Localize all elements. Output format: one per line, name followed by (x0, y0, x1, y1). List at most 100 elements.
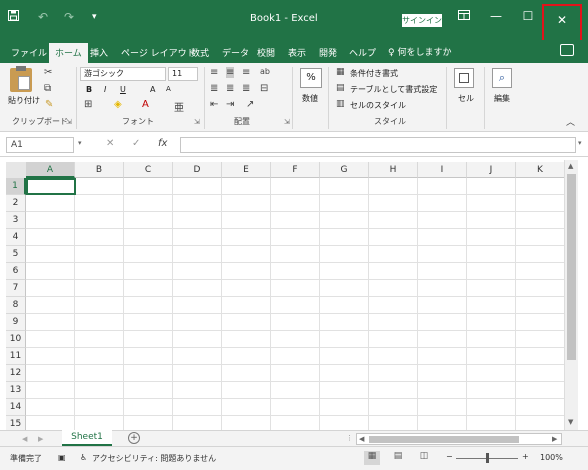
align-bottom-icon[interactable]: ≡ (242, 67, 250, 78)
row-header[interactable]: 12 (6, 365, 26, 382)
fill-color-icon[interactable]: ◈ (114, 99, 122, 110)
font-launcher-icon[interactable]: ⇲ (194, 118, 200, 126)
font-color-icon[interactable]: A (142, 99, 149, 110)
borders-icon[interactable]: ⊞ (84, 99, 92, 110)
column-header[interactable]: B (75, 162, 124, 178)
row-header[interactable]: 2 (6, 195, 26, 212)
tab-insert[interactable]: 挿入 (90, 46, 108, 59)
row-header[interactable]: 10 (6, 331, 26, 348)
editing-button[interactable]: 編集 (494, 93, 510, 104)
minimize-button[interactable]: — (486, 9, 506, 23)
scroll-up-icon[interactable]: ▲ (568, 162, 573, 170)
collapse-ribbon-icon[interactable]: ︿ (566, 115, 575, 128)
signin-button[interactable]: サインイン (402, 14, 442, 27)
scroll-right-icon[interactable]: ▶ (552, 435, 557, 443)
zoom-slider-thumb[interactable] (486, 453, 489, 463)
row-header[interactable]: 13 (6, 382, 26, 399)
decrease-indent-icon[interactable]: ⇤ (210, 99, 218, 110)
row-header[interactable]: 14 (6, 399, 26, 416)
align-center-icon[interactable]: ≣ (226, 83, 234, 94)
align-left-icon[interactable]: ≣ (210, 83, 218, 94)
accessibility-status[interactable]: アクセシビリティ: 問題ありません (92, 453, 216, 464)
horizontal-scroll-thumb[interactable] (369, 436, 519, 443)
horizontal-scrollbar[interactable]: ◀ ▶ (356, 433, 562, 445)
normal-view-icon[interactable]: ▦ (364, 451, 380, 465)
zoom-level[interactable]: 100% (540, 453, 563, 462)
column-header[interactable]: D (173, 162, 222, 178)
macro-record-icon[interactable]: ▣ (58, 453, 66, 462)
cell-styles-button[interactable]: セルのスタイル (350, 100, 406, 111)
row-header[interactable]: 9 (6, 314, 26, 331)
row-header[interactable]: 8 (6, 297, 26, 314)
insert-function-button[interactable]: fx (158, 138, 167, 149)
row-header[interactable]: 6 (6, 263, 26, 280)
grow-font-button[interactable]: A (150, 85, 155, 94)
bold-button[interactable]: B (86, 85, 92, 94)
tab-review[interactable]: 校閲 (257, 46, 275, 59)
copy-icon[interactable]: ⧉ (44, 83, 51, 94)
align-middle-icon[interactable]: ≡ (226, 67, 235, 78)
column-header[interactable]: H (369, 162, 418, 178)
tab-help[interactable]: ヘルプ (349, 46, 376, 59)
column-header[interactable]: C (124, 162, 173, 178)
orientation-icon[interactable]: ↗ (246, 99, 254, 110)
page-break-view-icon[interactable]: ◫ (416, 451, 432, 465)
font-name-select[interactable]: 游ゴシック (80, 67, 166, 81)
tab-page-layout[interactable]: ページ レイアウト (121, 46, 196, 59)
accessibility-icon[interactable]: ♿ (80, 453, 87, 462)
align-right-icon[interactable]: ≣ (242, 83, 250, 94)
alignment-launcher-icon[interactable]: ⇲ (284, 118, 290, 126)
cancel-entry-button[interactable]: ✕ (106, 138, 114, 149)
format-as-table-button[interactable]: テーブルとして書式設定 (350, 84, 437, 95)
page-layout-view-icon[interactable]: ▤ (390, 451, 406, 465)
column-header[interactable]: K (516, 162, 564, 178)
row-header[interactable]: 1 (6, 178, 26, 195)
worksheet-grid[interactable]: ABCDEFGHIJK 1 2 3 4 5 6 7 8 9 10 11 12 13 14 15 (0, 160, 564, 430)
conditional-format-button[interactable]: 条件付き書式 (350, 68, 398, 79)
save-icon[interactable] (8, 10, 19, 24)
zoom-out-button[interactable]: − (446, 452, 453, 461)
cut-icon[interactable]: ✂ (44, 67, 52, 78)
restore-button[interactable]: ☐ (518, 9, 538, 23)
underline-button[interactable]: U (120, 85, 126, 94)
comment-icon[interactable] (560, 44, 574, 56)
row-header[interactable]: 15 (6, 416, 26, 430)
zoom-in-button[interactable]: + (522, 452, 529, 461)
tab-formulas[interactable]: 数式 (191, 46, 209, 59)
prev-sheet-icon[interactable]: ◀ (22, 435, 27, 443)
italic-button[interactable]: I (104, 85, 106, 94)
column-header[interactable]: I (418, 162, 467, 178)
sheet-tab[interactable]: Sheet1 (62, 430, 112, 446)
formula-input[interactable] (180, 137, 576, 153)
cells-icon[interactable] (454, 68, 474, 88)
column-header[interactable]: E (222, 162, 271, 178)
number-format-icon[interactable]: % (300, 68, 322, 88)
redo-icon[interactable]: ↷ (64, 10, 74, 24)
search-icon[interactable]: ⌕ (492, 68, 512, 88)
tab-developer[interactable]: 開発 (319, 46, 337, 59)
column-header[interactable]: J (467, 162, 516, 178)
expand-formula-icon[interactable]: ▾ (578, 139, 582, 147)
row-header[interactable]: 5 (6, 246, 26, 263)
clipboard-launcher-icon[interactable]: ⇲ (66, 118, 72, 126)
number-button[interactable]: 数値 (302, 93, 318, 104)
name-box[interactable]: A1 (6, 137, 74, 153)
phonetic-guide-icon[interactable]: 亜 (174, 99, 184, 114)
row-header[interactable]: 7 (6, 280, 26, 297)
format-painter-icon[interactable]: ✎ (45, 99, 53, 110)
column-header[interactable]: G (320, 162, 369, 178)
tab-view[interactable]: 表示 (288, 46, 306, 59)
namebox-dropdown-icon[interactable]: ▾ (78, 139, 82, 147)
column-header[interactable]: A (26, 162, 75, 178)
shrink-font-button[interactable]: A (166, 85, 171, 93)
customize-qat-icon[interactable]: ▾ (92, 12, 97, 22)
tab-data[interactable]: データ (222, 46, 249, 59)
paste-button[interactable]: 貼り付け (8, 95, 40, 106)
paste-icon[interactable] (10, 66, 32, 92)
row-header[interactable]: 4 (6, 229, 26, 246)
align-top-icon[interactable]: ≡ (210, 67, 218, 78)
tell-me-search[interactable]: ♀ 何をしますか (388, 45, 451, 58)
column-header[interactable]: F (271, 162, 320, 178)
add-sheet-button[interactable]: + (128, 432, 140, 444)
merge-center-icon[interactable]: ⊟ (260, 83, 268, 94)
